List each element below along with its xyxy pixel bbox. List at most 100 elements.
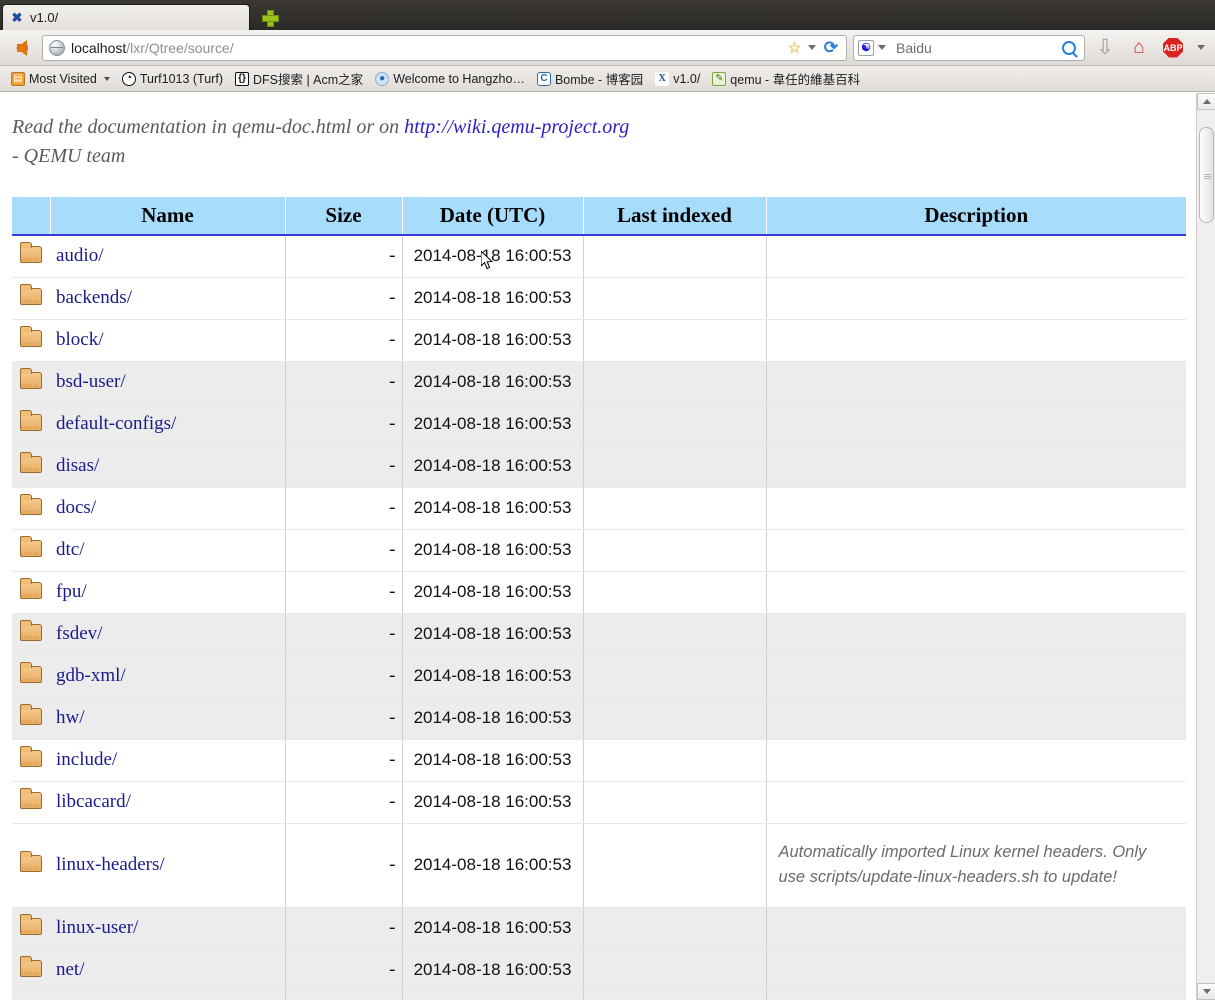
scroll-down-button[interactable]: [1197, 983, 1215, 1000]
row-name-cell: dtc/: [50, 529, 286, 572]
bookmark-item-4[interactable]: C Bombe - 博客园: [532, 67, 648, 90]
directory-link[interactable]: docs/: [56, 497, 96, 518]
scrollbar-thumb[interactable]: [1199, 127, 1214, 224]
row-last-indexed-cell: [583, 697, 767, 740]
bookmark-item-0[interactable]: ▤ Most Visited: [6, 70, 115, 88]
downloads-button[interactable]: ⇩: [1091, 34, 1119, 62]
folder-icon: [20, 326, 42, 347]
folder-icon: [20, 704, 42, 725]
table-row: disas/ -2014-08-18 16:00:53: [12, 445, 1186, 488]
folder-icon: [20, 662, 42, 683]
row-description-cell: [766, 949, 1186, 992]
row-date-cell: 2014-08-18 16:00:53: [402, 697, 584, 740]
table-row: bsd-user/ -2014-08-18 16:00:53: [12, 361, 1186, 404]
row-icon-cell: [12, 319, 50, 362]
directory-link[interactable]: hw/: [56, 707, 85, 728]
bookmark-item-2[interactable]: {} DFS搜索 | Acm之家: [230, 67, 368, 90]
row-description-cell: [766, 277, 1186, 320]
row-size-cell: -: [285, 361, 403, 404]
row-name-cell: gdb-xml/: [50, 655, 286, 698]
row-last-indexed-cell: [583, 319, 767, 362]
row-size-cell: -: [285, 319, 403, 362]
search-bar[interactable]: ☯ Baidu: [853, 34, 1085, 61]
back-button[interactable]: [6, 34, 36, 62]
directory-link[interactable]: fpu/: [56, 581, 87, 602]
folder-icon: [20, 452, 42, 473]
directory-link[interactable]: disas/: [56, 455, 99, 476]
directory-link[interactable]: audio/: [56, 245, 104, 266]
browser-window: ✖ v1.0/ localhost/lxr/Qtree/source/ ☆ ⟳ …: [0, 0, 1215, 1000]
vertical-scrollbar[interactable]: [1196, 93, 1215, 1000]
bookmark-item-3[interactable]: ● Welcome to Hangzho…: [370, 70, 530, 88]
column-header-description[interactable]: Description: [766, 197, 1186, 236]
row-size-cell: [285, 991, 403, 1000]
directory-link[interactable]: default-configs/: [56, 413, 176, 434]
chevron-down-icon: [1202, 989, 1211, 994]
new-tab-button[interactable]: [254, 4, 284, 30]
search-input[interactable]: Baidu: [896, 40, 1062, 56]
column-header-date[interactable]: Date (UTC): [402, 197, 584, 236]
adblock-chevron-icon[interactable]: [1197, 45, 1205, 50]
row-last-indexed-cell: [583, 235, 767, 278]
directory-link[interactable]: block/: [56, 329, 104, 350]
table-header-row: Name Size Date (UTC) Last indexed Descri…: [12, 197, 1186, 236]
row-date-cell: 2014-08-18 16:00:53: [402, 277, 584, 320]
row-name-cell: default-configs/: [50, 403, 286, 446]
row-date-cell: 2014-08-18 16:00:53: [402, 361, 584, 404]
chevron-down-icon[interactable]: [103, 76, 110, 81]
directory-link[interactable]: gdb-xml/: [56, 665, 126, 686]
row-last-indexed-cell: [583, 907, 767, 950]
directory-link[interactable]: fsdev/: [56, 623, 102, 644]
folder-icon: [20, 788, 42, 809]
folder-icon: ▤: [11, 71, 25, 86]
adblock-plus-button[interactable]: ABP: [1159, 34, 1187, 62]
directory-link[interactable]: backends/: [56, 287, 132, 308]
reload-icon[interactable]: ⟳: [824, 38, 838, 58]
column-header-name[interactable]: Name: [50, 197, 286, 236]
bookmark-item-6[interactable]: ✎ qemu - 韋任的維基百科: [707, 67, 865, 90]
row-size-cell: -: [285, 655, 403, 698]
row-description-cell: [766, 487, 1186, 530]
bookmark-item-5[interactable]: Xv1.0/: [650, 70, 705, 88]
folder-icon: [20, 536, 42, 557]
address-bar[interactable]: localhost/lxr/Qtree/source/ ☆ ⟳: [42, 34, 847, 61]
row-last-indexed-cell: [583, 949, 767, 992]
row-description-cell: [766, 445, 1186, 488]
folder-icon: [20, 956, 42, 977]
row-last-indexed-cell: [583, 991, 767, 1000]
bookmark-item-1[interactable]: ◔ Turf1013 (Turf): [117, 70, 228, 88]
search-engine-chevron-icon[interactable]: [878, 45, 886, 50]
row-name-cell: fsdev/: [50, 613, 286, 656]
column-header-last-indexed[interactable]: Last indexed: [583, 197, 767, 236]
adblock-plus-icon: ABP: [1163, 37, 1183, 58]
row-icon-cell: [12, 949, 50, 992]
column-header-icon[interactable]: [12, 197, 51, 236]
home-button[interactable]: ⌂: [1125, 34, 1153, 62]
scroll-up-button[interactable]: [1197, 93, 1215, 110]
row-date-cell: 2014-08-18 16:00:53: [402, 487, 584, 530]
directory-link[interactable]: dtc/: [56, 539, 85, 560]
row-date-cell: 2014-08-18 16:00:53: [402, 529, 584, 572]
globe-icon: [49, 39, 65, 56]
search-icon[interactable]: [1062, 40, 1076, 55]
row-description-cell: [766, 403, 1186, 446]
chevron-down-icon[interactable]: [807, 45, 816, 50]
row-icon-cell: [12, 487, 50, 530]
row-description-cell: [766, 361, 1186, 404]
qemu-wiki-link[interactable]: http://wiki.qemu-project.org: [404, 116, 629, 138]
lxr-icon: ✖: [11, 9, 23, 25]
column-header-size[interactable]: Size: [285, 197, 403, 236]
row-name-cell: include/: [50, 739, 286, 782]
directory-link[interactable]: linux-headers/: [56, 854, 165, 875]
row-icon-cell: [12, 991, 50, 1000]
directory-link[interactable]: linux-user/: [56, 917, 138, 938]
directory-link[interactable]: bsd-user/: [56, 371, 126, 392]
row-description-cell: [766, 655, 1186, 698]
directory-link[interactable]: libcacard/: [56, 791, 131, 812]
directory-link[interactable]: net/: [56, 959, 85, 980]
directory-link[interactable]: include/: [56, 749, 117, 770]
folder-icon: [20, 851, 42, 872]
row-name-cell: net/: [50, 949, 286, 992]
bookmark-star-icon[interactable]: ☆: [787, 38, 801, 58]
browser-tab[interactable]: ✖ v1.0/: [2, 4, 250, 30]
